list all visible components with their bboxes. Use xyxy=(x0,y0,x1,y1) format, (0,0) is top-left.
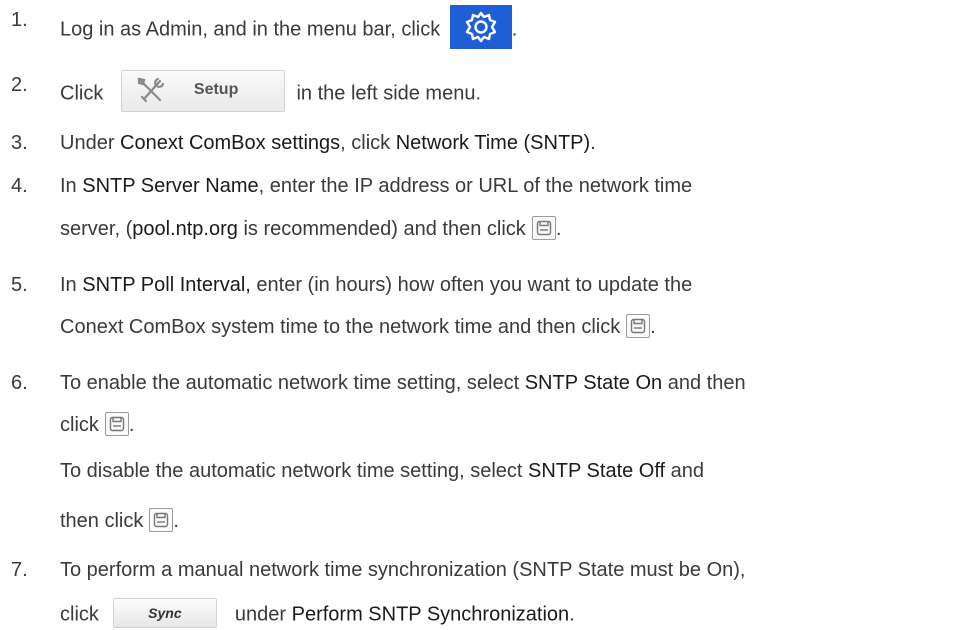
save-icon[interactable] xyxy=(531,215,556,240)
save-icon[interactable] xyxy=(626,313,651,338)
save-icon[interactable] xyxy=(149,507,174,532)
option-sntp-state-on: SNTP State On xyxy=(524,372,663,394)
wrench-screwdriver-icon xyxy=(136,77,166,113)
step-number: 2. xyxy=(11,74,28,96)
menu-item-conext-combox-settings: Conext ComBox settings xyxy=(120,132,341,154)
step-number: 1. xyxy=(11,9,28,31)
step-number: 5. xyxy=(11,274,28,296)
field-sntp-server-name: SNTP Server Name xyxy=(82,175,259,197)
section-perform-sntp-sync: Perform SNTP Synchronization xyxy=(291,603,570,626)
sync-button[interactable]: Sync xyxy=(112,598,217,628)
recommended-server: pool.ntp.org xyxy=(132,218,238,240)
menu-item-network-time: Network Time (SNTP) xyxy=(395,132,591,154)
step-number: 7. xyxy=(11,559,28,581)
setup-button[interactable]: Setup xyxy=(120,70,285,113)
field-sntp-poll-interval: SNTP Poll Interval, xyxy=(82,274,251,296)
option-sntp-state-off: SNTP State Off xyxy=(528,460,666,482)
step-number: 6. xyxy=(11,372,28,394)
gear-icon[interactable] xyxy=(449,5,512,49)
step-text: Log in as Admin, and in the menu bar, cl… xyxy=(60,18,441,41)
step-number: 4. xyxy=(11,175,28,197)
setup-button-label: Setup xyxy=(193,81,239,98)
step-number: 3. xyxy=(11,132,28,154)
save-icon[interactable] xyxy=(104,411,129,436)
